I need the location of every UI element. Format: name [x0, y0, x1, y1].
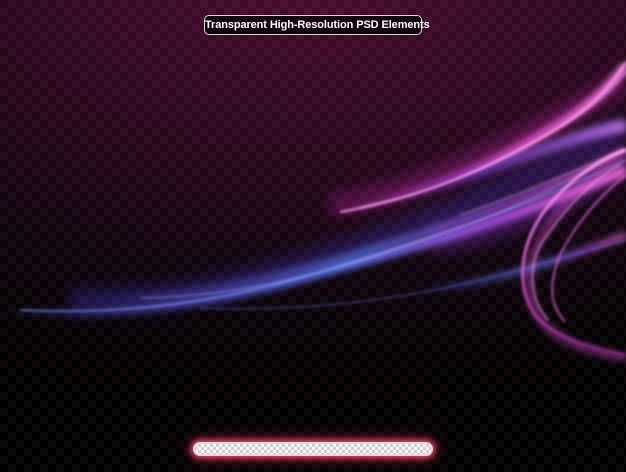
preview-caption-badge: Transparent High-Resolution PSD Elements: [204, 15, 430, 35]
stock-preview-canvas: Transparent High-Resolution PSD Elements: [0, 0, 626, 472]
transparency-checker-bar: [193, 442, 433, 456]
smoke-wave-graphic: [0, 61, 626, 362]
